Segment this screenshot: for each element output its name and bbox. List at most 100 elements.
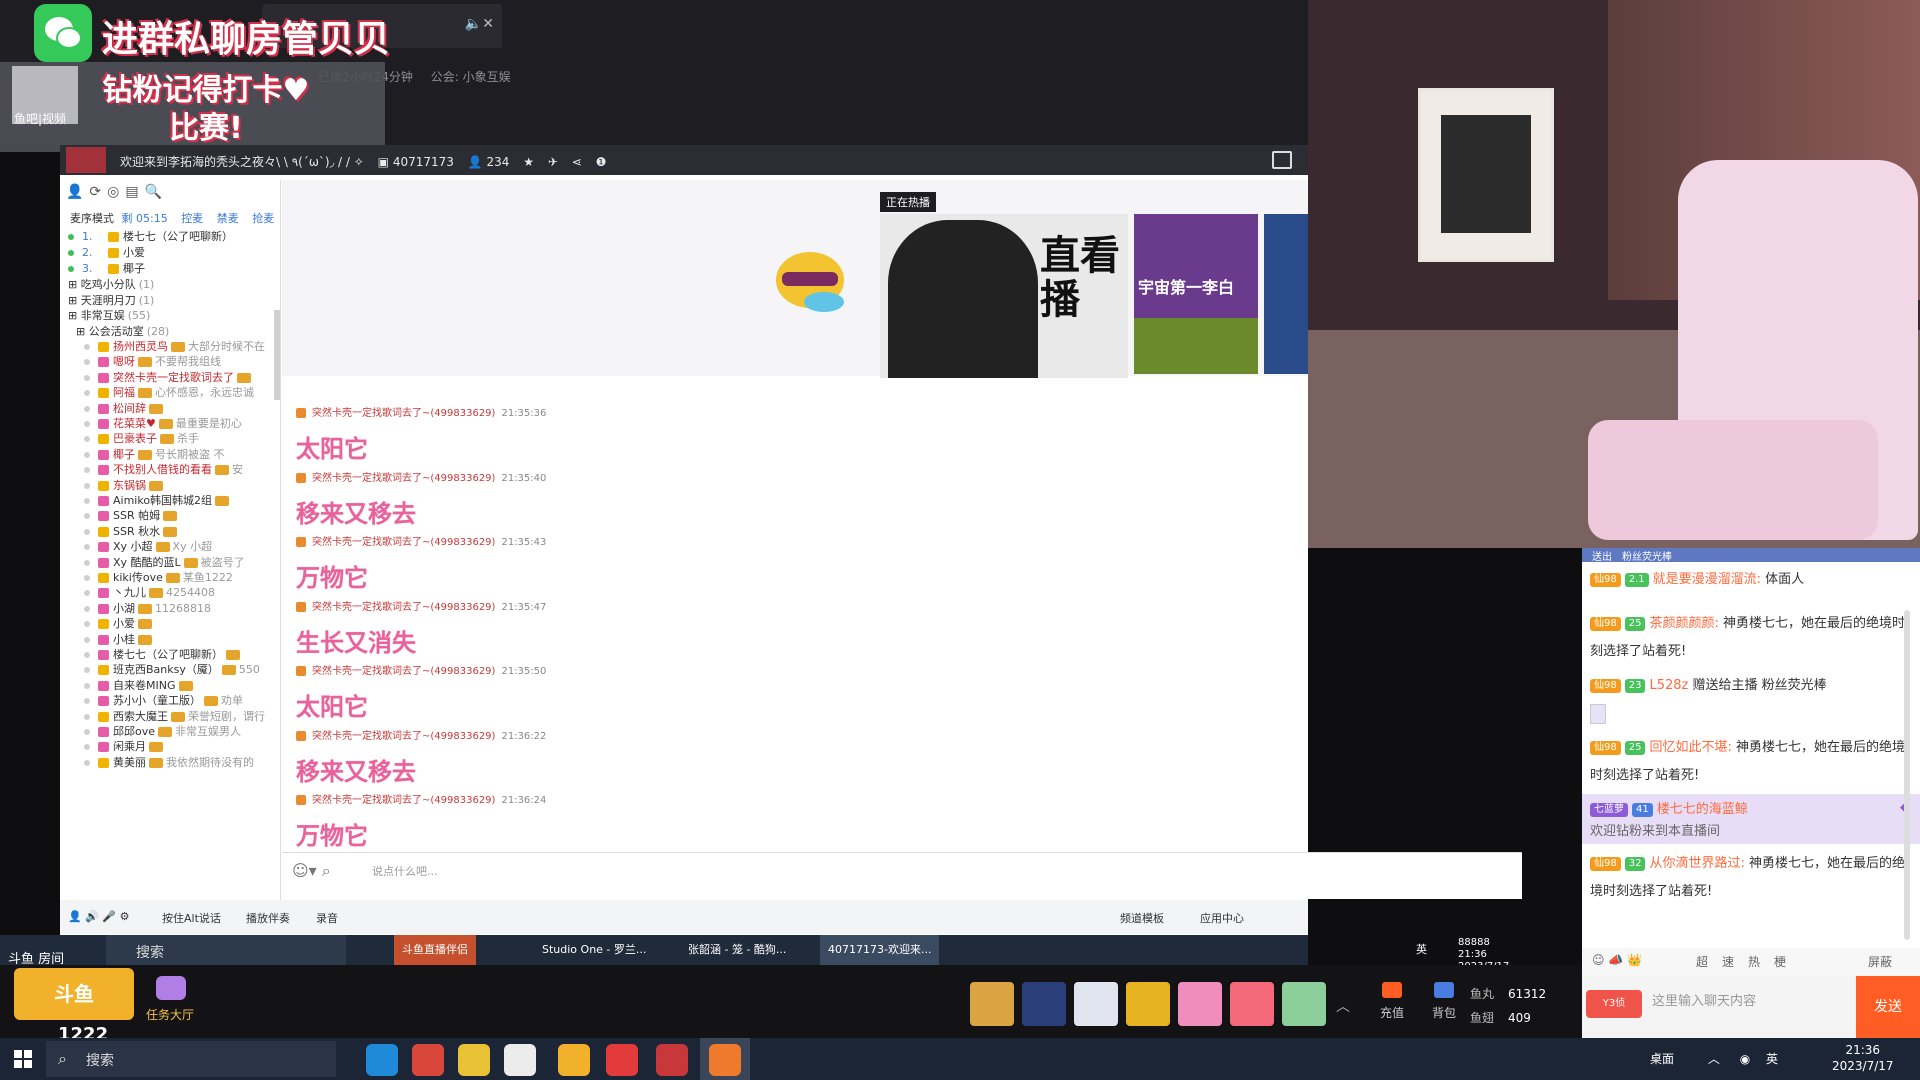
hot-button[interactable]: 热 bbox=[1748, 953, 1760, 970]
taskbar-app-douyu-companion[interactable]: 斗鱼直播伴侣 bbox=[394, 935, 476, 965]
inner-search-box[interactable]: 搜索 bbox=[106, 935, 346, 965]
mic-grab-button[interactable]: 抢麦 bbox=[252, 212, 274, 225]
lyric-user[interactable]: 突然卡壳一定找歌词去了~(499833629) bbox=[312, 795, 495, 806]
douyu-logo[interactable]: 斗鱼 bbox=[14, 968, 134, 1020]
record-button[interactable]: 录音 bbox=[316, 910, 338, 926]
network-icon[interactable]: ◉ bbox=[1740, 1052, 1750, 1066]
chevron-up-icon[interactable]: ︿ bbox=[1336, 996, 1350, 1016]
chat-username[interactable]: 就是要漫漫溜溜流: bbox=[1653, 572, 1761, 587]
circle-app-icon[interactable] bbox=[458, 1044, 490, 1076]
expand-icon[interactable]: ⊞ bbox=[68, 278, 81, 291]
lyric-user[interactable]: 突然卡壳一定找歌词去了~(499833629) bbox=[312, 537, 495, 548]
block-button[interactable]: 屏蔽 bbox=[1868, 953, 1892, 970]
game-thumbnail bbox=[1134, 318, 1258, 374]
speed-button[interactable]: 速 bbox=[1722, 953, 1734, 970]
status-dot bbox=[84, 482, 90, 489]
lyric-user[interactable]: 突然卡壳一定找歌词去了~(499833629) bbox=[312, 666, 495, 677]
mic-ban-button[interactable]: 禁麦 bbox=[217, 212, 239, 225]
hot-stream-card[interactable]: 直看播 bbox=[880, 214, 1128, 378]
share-icon[interactable]: ⋖ bbox=[572, 155, 582, 169]
backpack-button[interactable]: 背包 bbox=[1422, 982, 1466, 1021]
level-badge: 仙98 bbox=[1590, 740, 1621, 755]
hot-stream-card[interactable] bbox=[1264, 214, 1308, 374]
lyric-user[interactable]: 突然卡壳一定找歌词去了~(499833629) bbox=[312, 731, 495, 742]
app-center-button[interactable]: 应用中心 bbox=[1200, 910, 1244, 926]
toolbar-icons[interactable]: 👤 🔊 🎤 ⚙ bbox=[68, 910, 129, 923]
member-badge-icon bbox=[215, 465, 229, 476]
group-count: (28) bbox=[146, 324, 170, 338]
chat-username[interactable]: L528z bbox=[1649, 678, 1688, 693]
member-name: Aimiko韩国韩城2组 bbox=[113, 494, 213, 507]
chat-username[interactable]: 茶颜颜颜颜: bbox=[1649, 616, 1718, 631]
recharge-button[interactable]: 充值 bbox=[1370, 982, 1414, 1021]
douyu-companion-icon[interactable] bbox=[412, 1044, 444, 1076]
gift-box-icon[interactable] bbox=[1178, 982, 1222, 1026]
channel-template-button[interactable]: 频道模板 bbox=[1120, 910, 1164, 926]
douyu-icon[interactable] bbox=[709, 1044, 741, 1076]
expand-icon[interactable]: ⊞ bbox=[76, 325, 89, 338]
lyric-user[interactable]: 突然卡壳一定找歌词去了~(499833629) bbox=[312, 473, 495, 484]
mic-mode-label: 麦序模式 bbox=[70, 212, 114, 225]
push-to-talk-button[interactable]: 按住Alt说话 bbox=[162, 910, 221, 926]
member-item[interactable]: 黄美丽 我依然期待没有的 bbox=[84, 754, 254, 772]
chevron-up-icon[interactable]: ︿ bbox=[1708, 1052, 1720, 1066]
fan-badge: 32 bbox=[1624, 856, 1646, 871]
lyric-user[interactable]: 突然卡壳一定找歌词去了~(499833629) bbox=[312, 408, 495, 419]
netease-music-icon[interactable] bbox=[606, 1044, 638, 1076]
member-crown-icon bbox=[98, 372, 109, 383]
task-hall-button[interactable]: 任务大厅 bbox=[146, 976, 196, 1022]
hot-stream-card[interactable]: 宇宙第一李白 bbox=[1134, 214, 1258, 374]
windows-clock[interactable]: 21:36 2023/7/17 bbox=[1832, 1042, 1894, 1074]
chat-scrollbar[interactable] bbox=[1904, 610, 1910, 940]
star-icon[interactable]: ★ bbox=[523, 155, 534, 169]
super-button[interactable]: 超 bbox=[1696, 953, 1708, 970]
taskbar-app-yy[interactable]: 40717173-欢迎来... bbox=[820, 935, 940, 965]
gift-spaceship-icon[interactable] bbox=[1022, 982, 1066, 1026]
yy-icon[interactable] bbox=[558, 1044, 590, 1076]
mic-control-button[interactable]: 控麦 bbox=[181, 212, 203, 225]
expand-icon[interactable]: ⊞ bbox=[68, 309, 81, 322]
member-badge-icon bbox=[149, 480, 163, 491]
chat-username[interactable]: 从你滴世界路过: bbox=[1649, 856, 1744, 871]
emoji-icon[interactable]: ☺ 📣 👑 bbox=[1592, 953, 1642, 967]
member-list-scrollbar[interactable] bbox=[274, 310, 280, 400]
gift-rocket-icon[interactable] bbox=[970, 982, 1014, 1026]
record-icon[interactable] bbox=[1272, 151, 1292, 169]
windows-start-icon[interactable] bbox=[14, 1050, 32, 1068]
gift-card-icon[interactable] bbox=[1126, 982, 1170, 1026]
taskbar-app-studio-one[interactable]: Studio One - 罗兰... bbox=[534, 935, 654, 965]
chat-username[interactable]: 回忆如此不堪: bbox=[1649, 740, 1731, 755]
desktop-label[interactable]: 桌面 bbox=[1650, 1052, 1674, 1066]
taskbar-app-kugou[interactable]: 张韶涵 - 笼 - 酷狗... bbox=[680, 935, 794, 965]
vip-welcome-text: 欢迎钻粉来到本直播间 bbox=[1590, 824, 1721, 839]
member-badge-icon bbox=[149, 757, 163, 768]
meme-button[interactable]: 梗 bbox=[1774, 953, 1786, 970]
info-icon[interactable]: ❶ bbox=[596, 155, 607, 169]
gift-ticket-icon[interactable] bbox=[1230, 982, 1274, 1026]
panel-tool-icons[interactable]: 👤⟳◎▤🔍 bbox=[66, 184, 168, 200]
record-app-icon[interactable] bbox=[656, 1044, 688, 1076]
gift-character-icon[interactable] bbox=[1282, 982, 1326, 1026]
windows-search-box[interactable]: ⌕ 搜索 bbox=[46, 1041, 336, 1077]
inner-lang[interactable]: 英 bbox=[1408, 935, 1435, 965]
vip-username[interactable]: 楼七七的海蓝鲸 bbox=[1657, 802, 1748, 817]
gift-plane-icon[interactable] bbox=[1074, 982, 1118, 1026]
language-indicator[interactable]: 英 bbox=[1766, 1052, 1778, 1066]
edge-icon[interactable] bbox=[366, 1044, 398, 1076]
studio-one-icon[interactable] bbox=[504, 1044, 536, 1076]
status-dot bbox=[84, 621, 90, 628]
channel-input-box[interactable]: ☺▾ ⌕ 说点什么吧... bbox=[282, 852, 1522, 899]
lyric-time: 21:36:22 bbox=[501, 730, 547, 742]
play-accompaniment-button[interactable]: 播放伴奏 bbox=[246, 910, 290, 926]
lyric-user[interactable]: 突然卡壳一定找歌词去了~(499833629) bbox=[312, 602, 495, 613]
group-count: (55) bbox=[127, 309, 151, 322]
expand-icon[interactable]: ⊞ bbox=[68, 294, 81, 307]
mute-icon[interactable]: 🔈✕ bbox=[465, 16, 494, 32]
send-button[interactable]: 发送 bbox=[1856, 976, 1920, 1038]
member-note: 不要帮我组线 bbox=[155, 355, 221, 369]
emoji-icon[interactable]: ☺▾ ⌕ bbox=[292, 861, 331, 881]
plane-icon[interactable]: ✈ bbox=[548, 155, 558, 169]
status-dot bbox=[84, 344, 90, 350]
wechat-icon bbox=[34, 4, 92, 62]
member-list-panel: 👤⟳◎▤🔍 麦序模式 剩 05:15 控麦 禁麦 抢麦 1. 楼七七（公了吧聊新）… bbox=[60, 180, 281, 900]
